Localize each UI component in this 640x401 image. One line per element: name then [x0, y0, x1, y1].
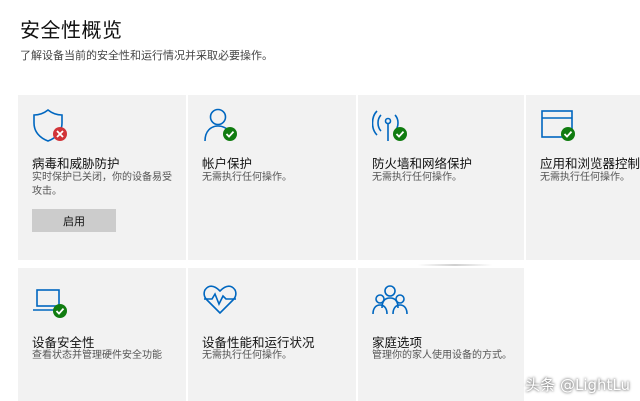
card-description: 管理你的家人使用设备的方式。 [372, 350, 512, 361]
ok-badge-icon [561, 127, 575, 141]
card-description: 无需执行任何操作。 [372, 172, 462, 183]
page-subtitle: 了解设备当前的安全性和运行情况并采取必要操作。 [20, 49, 273, 62]
card-description: 实时保护已关闭，你的设备易受 攻击。 [32, 172, 172, 197]
card-title: 病毒和威胁防护 [32, 156, 120, 171]
card-device-health[interactable]: 设备性能和运行状况 无需执行任何操作。 [188, 268, 356, 401]
card-title: 应用和浏览器控制 [540, 156, 640, 171]
card-description: 无需执行任何操作。 [540, 172, 630, 183]
laptop-icon [33, 289, 67, 318]
card-description: 无需执行任何操作。 [202, 350, 292, 361]
ok-badge-icon [223, 127, 237, 141]
person-icon [204, 108, 237, 142]
browser-window-icon [541, 110, 575, 141]
ok-badge-icon [393, 127, 407, 141]
page-title: 安全性概览 [20, 18, 123, 42]
card-title: 防火墙和网络保护 [372, 156, 473, 171]
watermark: 头条 @LightLu [525, 376, 630, 394]
card-firewall-network[interactable]: 防火墙和网络保护 无需执行任何操作。 [358, 95, 524, 260]
shield-icon [33, 108, 67, 142]
card-family-options[interactable]: 家庭选项 管理你的家人使用设备的方式。 [358, 268, 524, 401]
card-device-security[interactable]: 设备安全性 查看状态并管理硬件安全功能 [18, 268, 186, 401]
family-icon [372, 285, 408, 315]
ok-badge-icon [53, 304, 67, 318]
antenna-icon [372, 110, 407, 141]
heart-pulse-icon [203, 285, 237, 315]
card-virus-threat-protection[interactable]: 病毒和威胁防护 实时保护已关闭，你的设备易受 攻击。 启用 [18, 95, 186, 260]
card-description: 无需执行任何操作。 [202, 172, 292, 183]
card-description: 查看状态并管理硬件安全功能 [32, 350, 162, 361]
enable-button[interactable]: 启用 [32, 209, 116, 232]
card-title: 帐户保护 [202, 156, 253, 171]
divider [418, 264, 492, 266]
card-app-browser-control[interactable]: 应用和浏览器控制 无需执行任何操作。 [526, 95, 640, 260]
error-badge-icon [53, 127, 67, 141]
card-account-protection[interactable]: 帐户保护 无需执行任何操作。 [188, 95, 356, 260]
